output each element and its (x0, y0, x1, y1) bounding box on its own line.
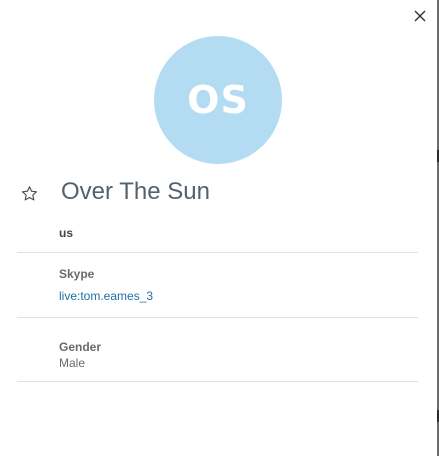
star-outline-icon (21, 185, 37, 201)
close-icon (414, 10, 426, 22)
close-button[interactable] (411, 7, 429, 25)
skype-link[interactable]: live:tom.eames_3 (59, 289, 153, 303)
contact-profile-panel: OS Over The Sun us Skype live:tom.eames_… (0, 0, 439, 456)
divider (17, 381, 418, 382)
favorite-button[interactable] (19, 183, 39, 203)
contact-name: Over The Sun (61, 178, 210, 205)
gender-value: Male (59, 356, 86, 370)
gender-label: Gender (59, 340, 102, 354)
divider (17, 317, 418, 318)
contact-subtitle: us (59, 226, 74, 240)
avatar-initials: OS (187, 78, 249, 122)
avatar: OS (154, 36, 282, 164)
skype-label: Skype (59, 267, 95, 281)
divider (17, 252, 418, 253)
